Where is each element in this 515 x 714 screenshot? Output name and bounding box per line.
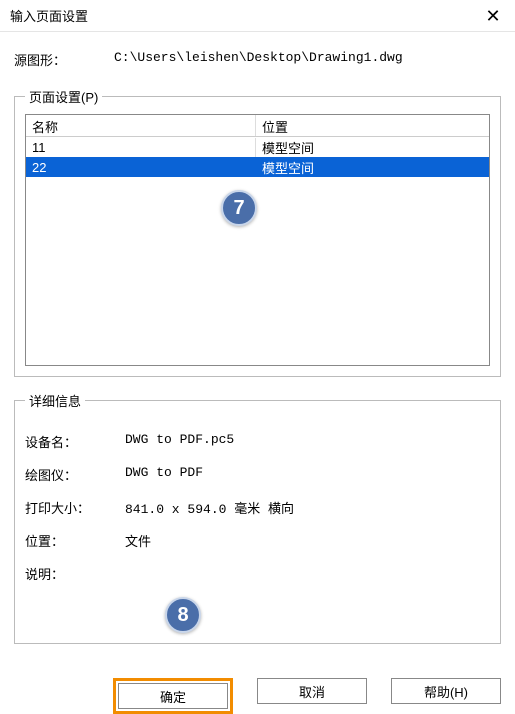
- plotter-value: DWG to PDF: [125, 465, 203, 484]
- table-row[interactable]: 11 模型空间: [26, 137, 489, 157]
- cancel-button[interactable]: 取消: [257, 678, 367, 704]
- dialog-content: 源图形： C:\Users\leishen\Desktop\Drawing1.d…: [0, 32, 515, 672]
- device-label: 设备名：: [25, 432, 125, 451]
- source-path: C:\Users\leishen\Desktop\Drawing1.dwg: [114, 50, 403, 69]
- source-row: 源图形： C:\Users\leishen\Desktop\Drawing1.d…: [14, 50, 501, 69]
- col-header-location[interactable]: 位置: [256, 115, 489, 136]
- detail-desc: 说明：: [25, 564, 490, 583]
- cell-name: 11: [26, 138, 256, 157]
- page-setup-group: 页面设置(P) 名称 位置 11 模型空间 22 模型空间 7: [14, 87, 501, 377]
- table-row[interactable]: 22 模型空间: [26, 157, 489, 177]
- desc-label: 说明：: [25, 564, 125, 583]
- location-label: 位置：: [25, 531, 125, 550]
- size-value: 841.0 x 594.0 毫米 横向: [125, 498, 294, 517]
- table-header: 名称 位置: [26, 115, 489, 137]
- device-value: DWG to PDF.pc5: [125, 432, 234, 451]
- help-button[interactable]: 帮助(H): [391, 678, 501, 704]
- dialog-title: 输入页面设置: [10, 6, 88, 25]
- page-setup-table[interactable]: 名称 位置 11 模型空间 22 模型空间 7: [25, 114, 490, 366]
- plotter-label: 绘图仪：: [25, 465, 125, 484]
- location-value: 文件: [125, 531, 151, 550]
- detail-device: 设备名： DWG to PDF.pc5: [25, 432, 490, 451]
- titlebar: 输入页面设置 ✕: [0, 0, 515, 32]
- col-header-name[interactable]: 名称: [26, 115, 256, 136]
- detail-size: 打印大小： 841.0 x 594.0 毫米 横向: [25, 498, 490, 517]
- close-icon[interactable]: ✕: [479, 2, 507, 30]
- details-legend: 详细信息: [25, 391, 85, 410]
- page-setup-legend: 页面设置(P): [25, 87, 102, 106]
- detail-location: 位置： 文件: [25, 531, 490, 550]
- ok-highlight: 确定: [113, 678, 233, 714]
- ok-button[interactable]: 确定: [118, 683, 228, 709]
- dialog-footer: 确定 取消 帮助(H): [0, 672, 515, 714]
- details-group: 详细信息 设备名： DWG to PDF.pc5 绘图仪： DWG to PDF…: [14, 391, 501, 644]
- source-label: 源图形：: [14, 50, 114, 69]
- annotation-badge-8: 8: [165, 597, 201, 633]
- cell-location: 模型空间: [256, 156, 489, 179]
- annotation-badge-7: 7: [221, 190, 257, 226]
- cell-name: 22: [26, 158, 256, 177]
- detail-plotter: 绘图仪： DWG to PDF: [25, 465, 490, 484]
- size-label: 打印大小：: [25, 498, 125, 517]
